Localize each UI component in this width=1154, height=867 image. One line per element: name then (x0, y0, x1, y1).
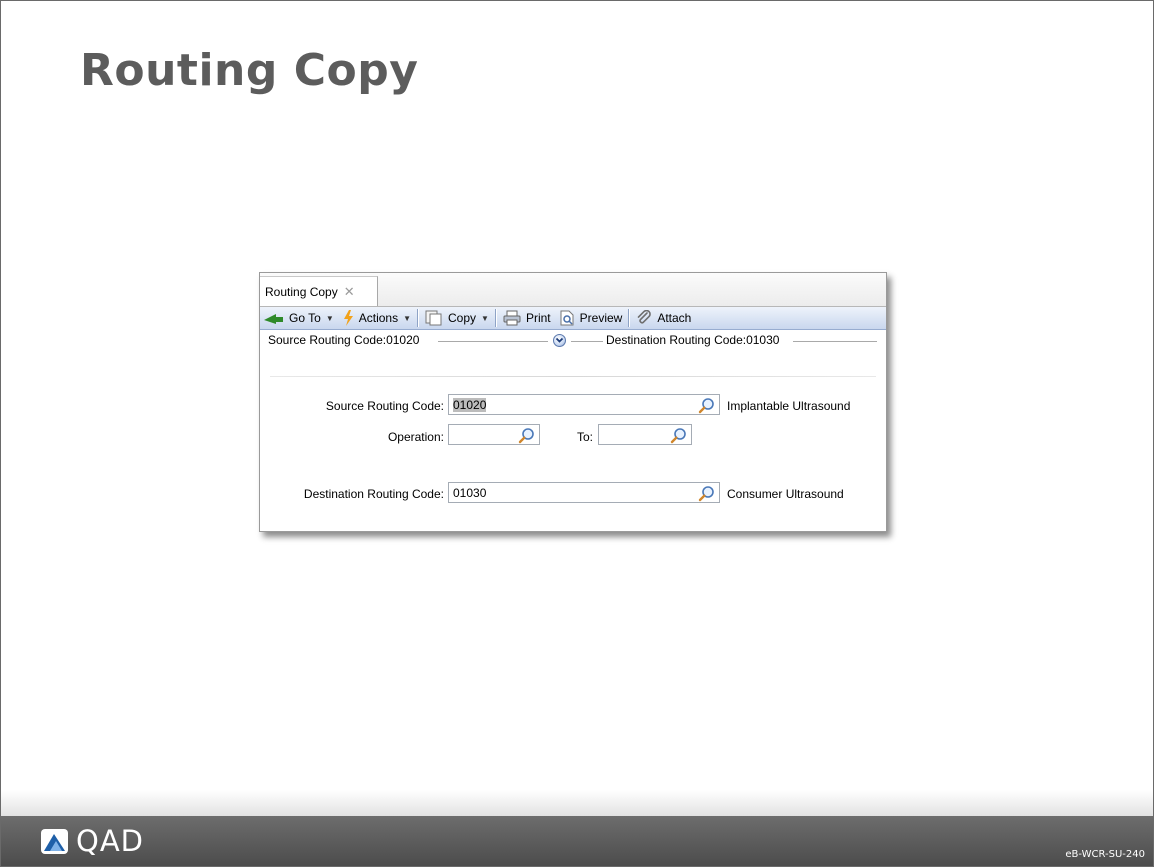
footer-bar: QAD eB-WCR-SU-240 (1, 816, 1153, 866)
slide-title: Routing Copy (80, 45, 419, 96)
copy-button[interactable]: Copy ▼ (421, 307, 493, 329)
preview-icon (560, 310, 574, 326)
copy-label: Copy (448, 311, 477, 325)
chevron-down-icon: ▼ (325, 313, 334, 323)
source-routing-description: Implantable Ultrasound (727, 399, 851, 413)
attach-button[interactable]: Attach (632, 307, 695, 329)
toolbar-separator (628, 309, 631, 327)
magnifier-icon[interactable] (670, 427, 687, 444)
app-window: Routing Copy ✕ Go To ▼ Actions ▼ Copy ▼ … (259, 272, 887, 532)
goto-label: Go To (289, 311, 321, 325)
source-routing-code-field[interactable]: 01020 (448, 394, 720, 415)
expand-circle-icon[interactable] (553, 334, 566, 347)
preview-button[interactable]: Preview (555, 307, 627, 329)
actions-bolt-icon (343, 310, 353, 326)
actions-button[interactable]: Actions ▼ (338, 307, 415, 329)
goto-arrow-icon (264, 314, 283, 324)
operation-from-field[interactable] (448, 424, 540, 445)
qad-logo-text: QAD (76, 824, 144, 858)
source-routing-code-value: 01020 (453, 398, 487, 412)
magnifier-icon[interactable] (698, 485, 715, 502)
goto-button[interactable]: Go To ▼ (260, 307, 338, 329)
chevron-down-icon: ▼ (481, 313, 489, 323)
operation-to-field[interactable] (598, 424, 692, 445)
tab-routing-copy[interactable]: Routing Copy ✕ (260, 276, 378, 306)
actions-label: Actions (358, 311, 399, 325)
destination-routing-code-field[interactable]: 01030 (448, 482, 720, 503)
toolbar-separator (417, 309, 420, 327)
print-label: Print (525, 311, 551, 325)
toolbar: Go To ▼ Actions ▼ Copy ▼ Print Preview A… (260, 307, 886, 330)
preview-label: Preview (579, 311, 623, 325)
form-separator (270, 376, 876, 377)
copy-icon (425, 310, 442, 326)
summary-divider (793, 341, 877, 342)
chevron-down-icon: ▼ (403, 313, 412, 323)
close-icon[interactable]: ✕ (344, 284, 355, 300)
summary-source-text: Source Routing Code:01020 (268, 333, 420, 347)
summary-row: Source Routing Code:01020 Destination Ro… (260, 330, 886, 350)
summary-divider (571, 341, 603, 342)
attach-label: Attach (657, 311, 692, 325)
magnifier-icon[interactable] (518, 427, 535, 444)
destination-routing-description: Consumer Ultrasound (727, 487, 844, 501)
tab-strip: Routing Copy ✕ (260, 273, 886, 307)
tab-label: Routing Copy (265, 284, 338, 299)
source-routing-code-label: Source Routing Code: (325, 399, 444, 413)
magnifier-icon[interactable] (698, 397, 715, 414)
destination-routing-code-label: Destination Routing Code: (303, 487, 444, 501)
footer-code: eB-WCR-SU-240 (1065, 849, 1145, 860)
operation-to-label: To: (577, 430, 594, 444)
paperclip-icon (638, 310, 652, 324)
qad-logo-icon (41, 829, 68, 854)
toolbar-separator (494, 309, 497, 327)
operation-label: Operation: (387, 430, 444, 444)
summary-destination-text: Destination Routing Code:01030 (606, 333, 780, 347)
print-button[interactable]: Print (499, 307, 555, 329)
destination-routing-code-value: 01030 (453, 486, 487, 500)
footer-fade (1, 790, 1153, 816)
qad-logo: QAD (41, 824, 144, 858)
summary-divider (438, 341, 548, 342)
printer-icon (503, 310, 521, 326)
